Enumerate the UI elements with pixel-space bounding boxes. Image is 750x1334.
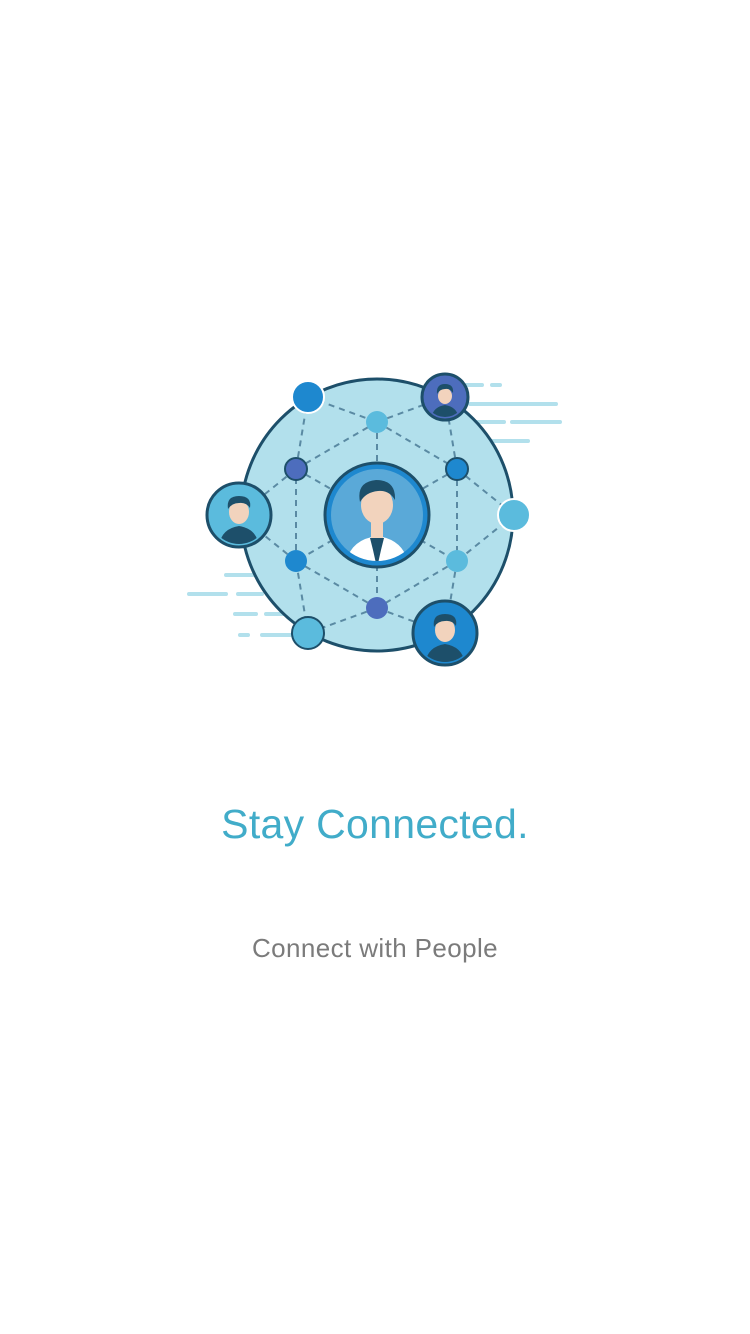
bottom-right-person-icon <box>411 599 479 667</box>
onboarding-title: Stay Connected. <box>221 801 529 847</box>
onboarding-screen: Stay Connected. Connect with People <box>0 0 750 1334</box>
onboarding-subtitle: Connect with People <box>251 933 499 963</box>
top-right-person-icon <box>420 372 470 422</box>
network-people-icon <box>180 368 570 673</box>
center-person-icon <box>323 461 431 569</box>
left-person-icon <box>205 481 273 549</box>
